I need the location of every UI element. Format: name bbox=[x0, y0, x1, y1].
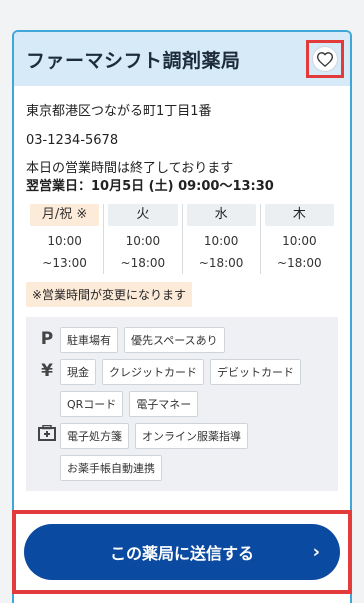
favorite-highlight bbox=[306, 40, 344, 78]
amenity-tag: 駐車場有 bbox=[60, 327, 118, 353]
medicine-box-icon bbox=[34, 423, 60, 481]
open-time: 10:00 bbox=[203, 234, 239, 248]
phone-number: 03-1234-5678 bbox=[26, 133, 119, 148]
parking-row: P 駐車場有 優先スペースあり bbox=[34, 327, 330, 353]
close-time: ~18:00 bbox=[120, 256, 166, 270]
chevron-right-icon: › bbox=[312, 541, 320, 563]
pharmacy-name: ファーマシフト調剤薬局 bbox=[26, 49, 241, 72]
card-body: 東京都港区つながる町1丁目1番 03-1234-5678 本日の営業時間は終了し… bbox=[14, 86, 350, 491]
amenity-tag: 電子マネー bbox=[129, 391, 199, 417]
close-time: ~18:00 bbox=[277, 256, 322, 270]
amenity-tag: 電子処方箋 bbox=[60, 423, 129, 449]
day-label: 月/祝 ※ bbox=[30, 204, 100, 226]
open-time: 10:00 bbox=[125, 234, 161, 248]
status-note: 本日の営業時間は終了しております bbox=[26, 161, 234, 176]
hours-change-note: ※営業時間が変更になります bbox=[26, 282, 193, 307]
services-row: 電子処方箋 オンライン服薬指導 お薬手帳自動連携 bbox=[34, 423, 330, 481]
parking-icon: P bbox=[40, 329, 54, 349]
weekly-schedule: 月/祝 ※ 10:00 ~13:00 火 10:00 ~18:00 水 10:0… bbox=[26, 204, 338, 274]
send-button-highlight: この薬局に送信する › bbox=[12, 510, 352, 594]
amenity-tag: お薬手帳自動連携 bbox=[60, 455, 162, 481]
amenity-tag: 優先スペースあり bbox=[124, 327, 225, 353]
next-business-day: 翌営業日：10月5日 (土) 09:00〜13:30 bbox=[26, 179, 274, 194]
address: 東京都港区つながる町1丁目1番 bbox=[26, 104, 212, 119]
close-time: ~13:00 bbox=[42, 256, 87, 270]
payment-row: ¥ 現金 クレジットカード デビットカード QRコード 電子マネー bbox=[34, 359, 330, 417]
send-to-pharmacy-button[interactable]: この薬局に送信する › bbox=[24, 524, 340, 580]
amenity-tag: クレジットカード bbox=[102, 359, 204, 385]
amenity-tag: デビットカード bbox=[210, 359, 301, 385]
close-time: ~18:00 bbox=[198, 256, 244, 270]
amenity-tag: QRコード bbox=[60, 391, 124, 417]
yen-icon: ¥ bbox=[41, 361, 53, 381]
day-label: 火 bbox=[108, 204, 178, 226]
day-column-wed: 水 10:00 ~18:00 bbox=[183, 204, 261, 274]
amenities-panel: P 駐車場有 優先スペースあり ¥ 現金 クレジットカード デビットカード QR… bbox=[26, 317, 338, 491]
open-time: 10:00 bbox=[282, 234, 317, 248]
send-button-label: この薬局に送信する bbox=[109, 544, 254, 563]
amenity-tag: オンライン服薬指導 bbox=[135, 423, 248, 449]
day-column-tue: 火 10:00 ~18:00 bbox=[104, 204, 183, 274]
open-time: 10:00 bbox=[47, 234, 82, 248]
day-label: 木 bbox=[264, 204, 334, 226]
day-label: 水 bbox=[186, 204, 256, 226]
card-header: ファーマシフト調剤薬局 bbox=[14, 32, 350, 86]
amenity-tag: 現金 bbox=[60, 359, 96, 385]
heart-icon bbox=[317, 51, 333, 67]
day-column-mon: 月/祝 ※ 10:00 ~13:00 bbox=[26, 204, 105, 274]
favorite-button[interactable] bbox=[312, 46, 338, 72]
day-column-thu: 木 10:00 ~18:00 bbox=[261, 204, 338, 274]
